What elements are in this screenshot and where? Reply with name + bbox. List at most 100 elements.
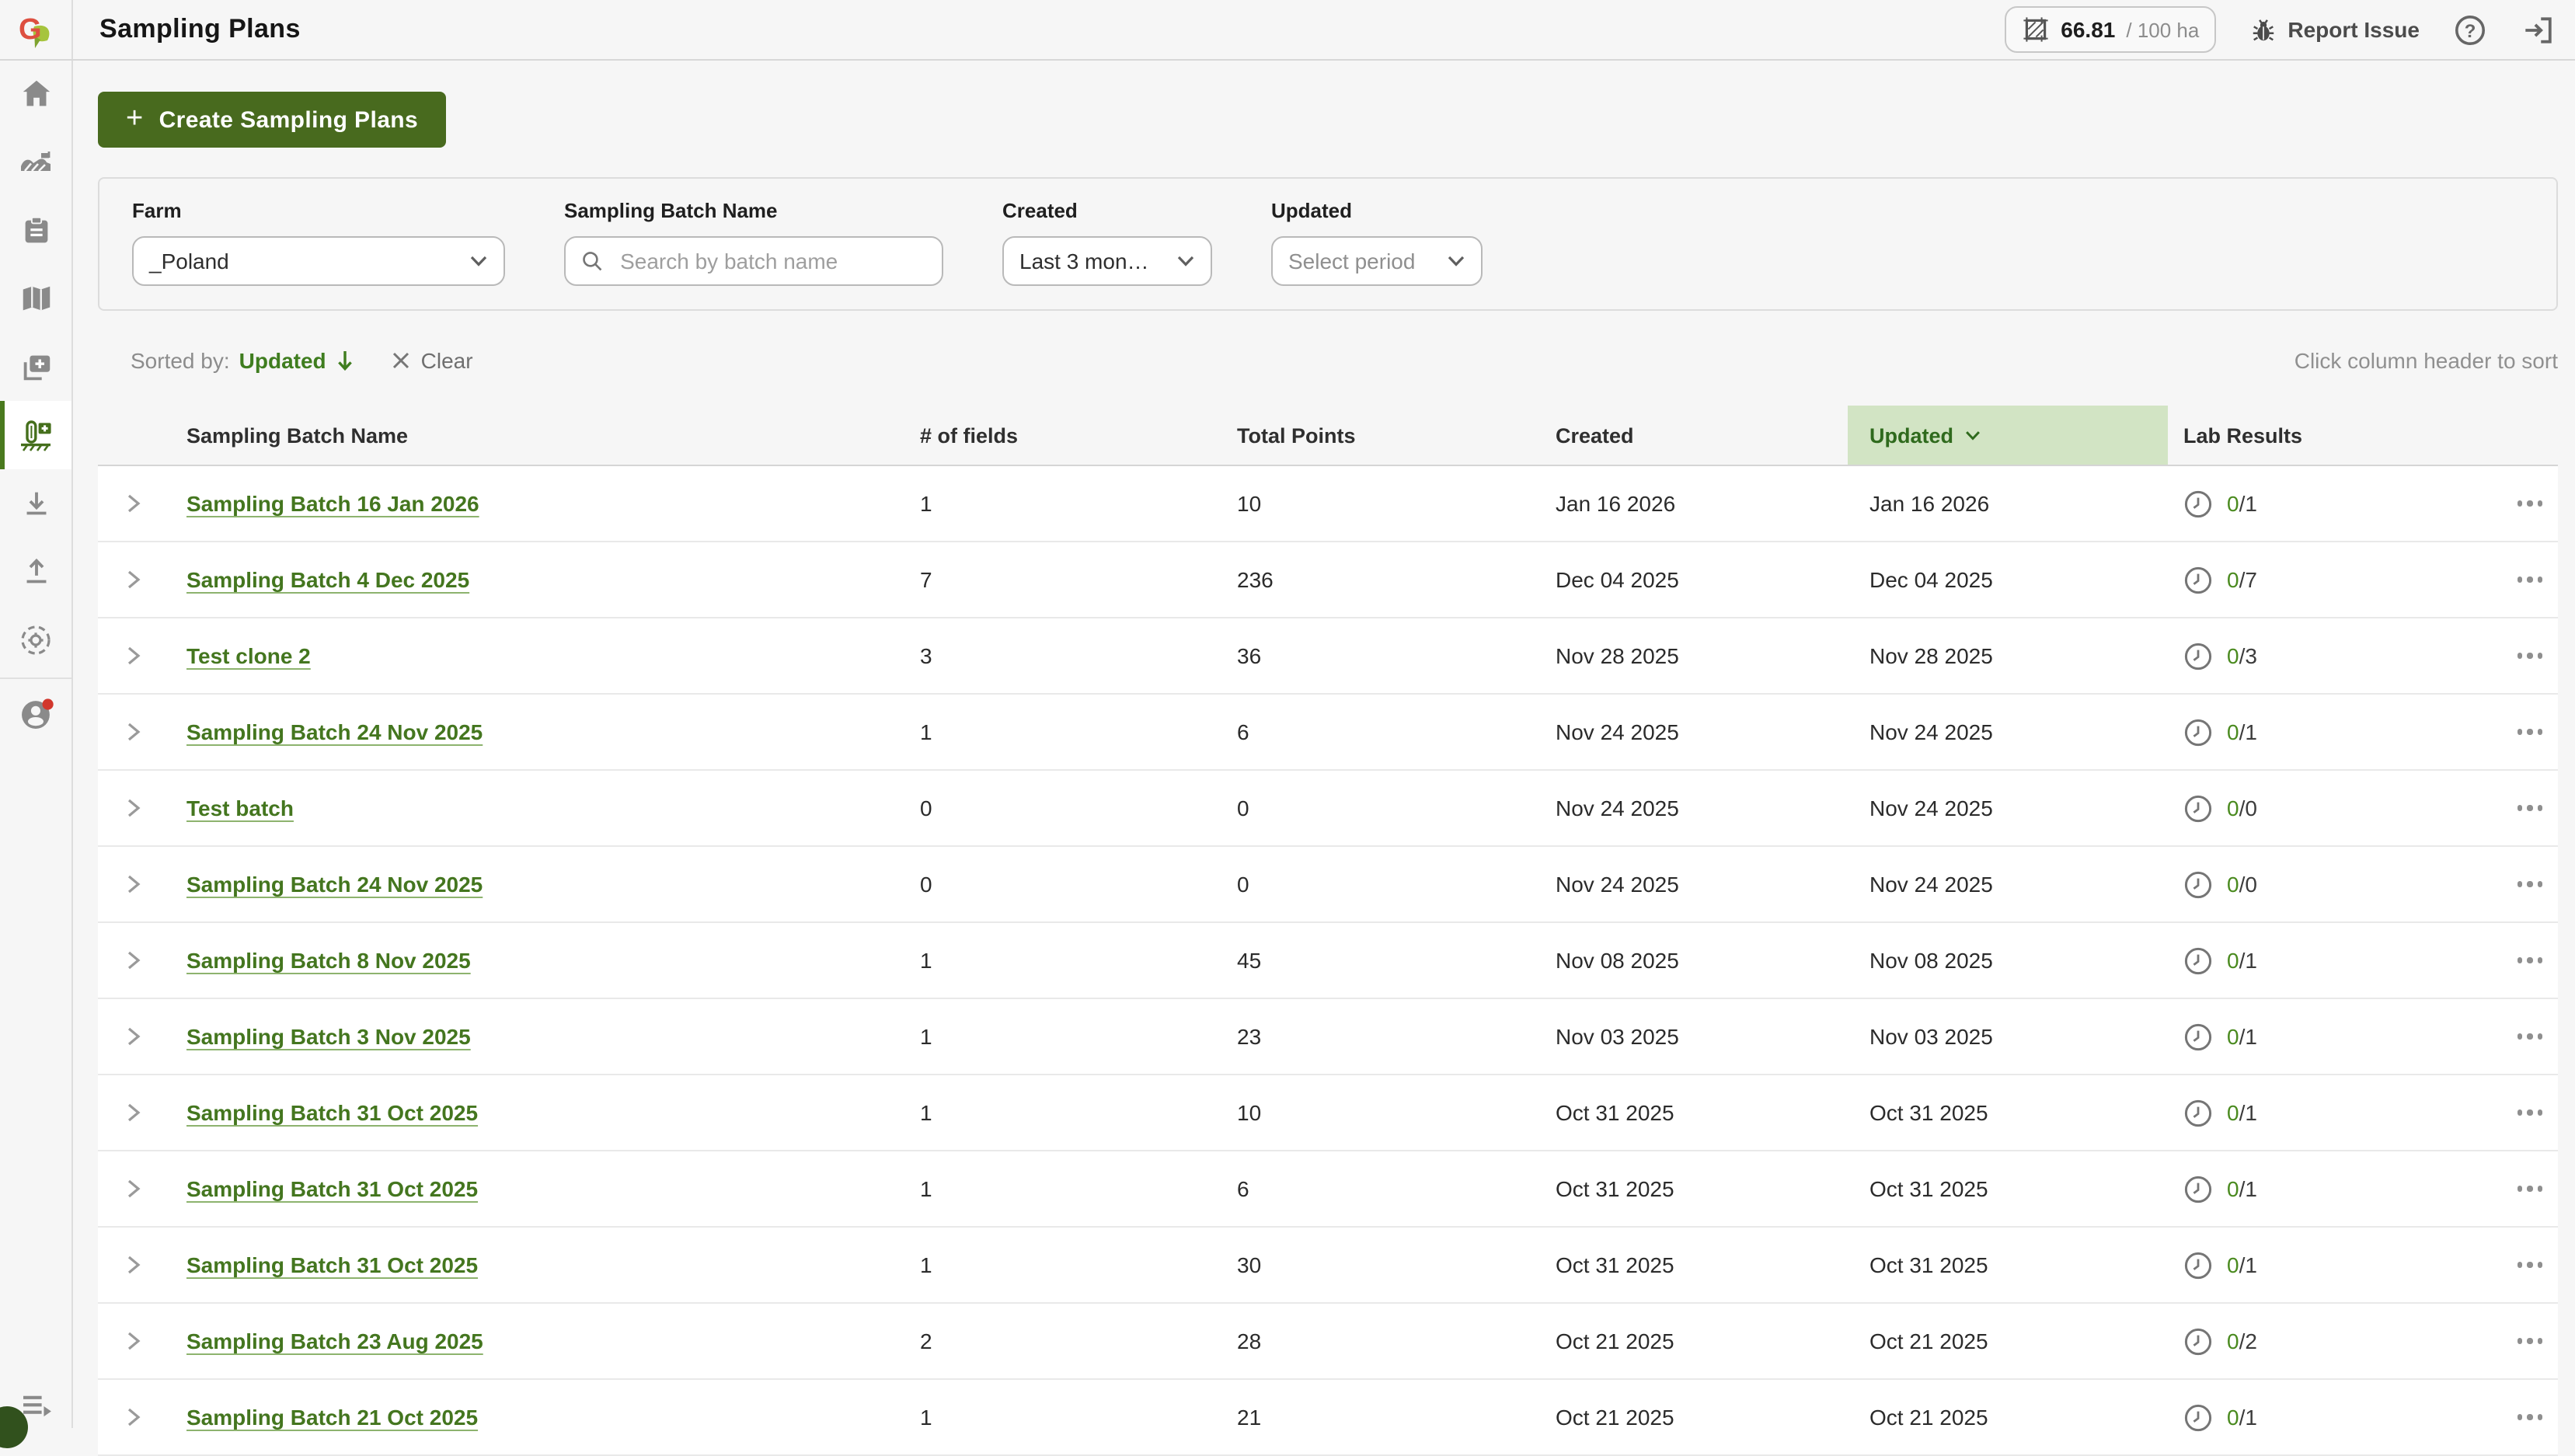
batch-name-link[interactable]: Test batch — [186, 796, 294, 820]
logout-button[interactable] — [2521, 13, 2553, 46]
fields-count: 1 — [920, 1024, 1237, 1049]
app-logo[interactable]: G — [0, 0, 73, 59]
expand-row-button[interactable] — [98, 873, 169, 895]
row-menu-button[interactable] — [2514, 1028, 2546, 1046]
created-select-value: Last 3 mon… — [1019, 249, 1149, 273]
chevron-down-icon — [1176, 255, 1195, 267]
report-issue-button[interactable]: Report Issue — [2250, 16, 2420, 43]
sidebar-item-create-map[interactable] — [0, 333, 71, 401]
expand-row-button[interactable] — [98, 1026, 169, 1047]
column-header-batch-name[interactable]: Sampling Batch Name — [169, 423, 920, 447]
expand-row-button[interactable] — [98, 645, 169, 667]
column-header-updated[interactable]: Updated — [1848, 406, 2168, 465]
batch-name-link[interactable]: Sampling Batch 8 Nov 2025 — [186, 948, 471, 973]
column-header-fields[interactable]: # of fields — [920, 423, 1237, 447]
expand-row-button[interactable] — [98, 797, 169, 819]
created-date: Nov 03 2025 — [1556, 1024, 1848, 1049]
sidebar-item-fields[interactable] — [0, 127, 71, 196]
expand-row-button[interactable] — [98, 1254, 169, 1276]
sidebar-item-account[interactable] — [0, 679, 71, 747]
svg-text:G: G — [19, 13, 42, 46]
search-icon — [581, 249, 603, 273]
create-button-label: Create Sampling Plans — [159, 106, 419, 133]
expand-row-button[interactable] — [98, 1330, 169, 1352]
batch-name-search-input[interactable] — [617, 247, 926, 275]
batch-name-link[interactable]: Sampling Batch 31 Oct 2025 — [186, 1252, 478, 1277]
row-menu-button[interactable] — [2514, 723, 2546, 741]
fields-count: 1 — [920, 1405, 1237, 1430]
batch-name-link[interactable]: Sampling Batch 3 Nov 2025 — [186, 1024, 471, 1049]
clear-sort-button[interactable]: Clear — [392, 348, 473, 373]
batch-name-link[interactable]: Sampling Batch 31 Oct 2025 — [186, 1100, 478, 1125]
sidebar-item-tasks[interactable] — [0, 196, 71, 264]
table-row: Sampling Batch 31 Oct 2025 1 30 Oct 31 2… — [98, 1228, 2558, 1304]
updated-date: Nov 24 2025 — [1848, 872, 2168, 897]
logout-icon — [2521, 13, 2553, 46]
lab-results-cell: 0/1 — [2168, 489, 2502, 518]
created-select[interactable]: Last 3 mon… — [1002, 236, 1212, 286]
total-points: 0 — [1237, 872, 1556, 897]
area-usage-badge[interactable]: 66.81 / 100 ha — [2005, 6, 2216, 53]
chevron-right-icon — [126, 645, 141, 667]
clock-icon — [2183, 793, 2213, 823]
batch-name-link[interactable]: Sampling Batch 23 Aug 2025 — [186, 1329, 483, 1353]
column-header-points[interactable]: Total Points — [1237, 423, 1556, 447]
help-button[interactable]: ? — [2454, 13, 2486, 46]
clock-icon — [2183, 565, 2213, 594]
batch-name-link[interactable]: Sampling Batch 24 Nov 2025 — [186, 719, 483, 744]
farm-select[interactable]: _Poland — [132, 236, 505, 286]
expand-row-button[interactable] — [98, 493, 169, 514]
expand-row-button[interactable] — [98, 569, 169, 590]
sidebar-item-home[interactable] — [0, 59, 71, 127]
chevron-down-icon — [469, 255, 488, 267]
expand-row-button[interactable] — [98, 1102, 169, 1123]
expand-row-button[interactable] — [98, 1406, 169, 1428]
filter-batch-name: Sampling Batch Name — [564, 199, 943, 286]
lab-results-cell: 0/1 — [2168, 1402, 2502, 1432]
row-menu-button[interactable] — [2514, 571, 2546, 589]
updated-select-placeholder: Select period — [1288, 249, 1415, 273]
row-menu-button[interactable] — [2514, 1332, 2546, 1350]
updated-date: Oct 31 2025 — [1848, 1176, 2168, 1201]
row-menu-button[interactable] — [2514, 1104, 2546, 1122]
row-menu-button[interactable] — [2514, 1180, 2546, 1198]
sidebar-item-upload[interactable] — [0, 538, 71, 606]
area-used-value: 66.81 — [2061, 17, 2115, 42]
topbar: G Sampling Plans 66.81 / 100 ha — [0, 0, 2575, 61]
column-header-created[interactable]: Created — [1556, 423, 1848, 447]
filter-updated: Updated Select period — [1271, 199, 1483, 286]
batch-name-search[interactable] — [564, 236, 943, 286]
expand-row-button[interactable] — [98, 1178, 169, 1200]
chevron-right-icon — [126, 1102, 141, 1123]
row-menu-button[interactable] — [2514, 952, 2546, 970]
row-menu-button[interactable] — [2514, 1409, 2546, 1426]
sidebar-item-download[interactable] — [0, 469, 71, 538]
created-label: Created — [1002, 199, 1212, 222]
map-icon — [18, 280, 54, 316]
expand-row-button[interactable] — [98, 721, 169, 743]
sidebar-item-map[interactable] — [0, 264, 71, 333]
expand-row-button[interactable] — [98, 949, 169, 971]
updated-select[interactable]: Select period — [1271, 236, 1483, 286]
batch-name-link[interactable]: Sampling Batch 31 Oct 2025 — [186, 1176, 478, 1201]
batch-name-link[interactable]: Test clone 2 — [186, 643, 311, 668]
sorted-by-field[interactable]: Updated — [239, 348, 326, 373]
batch-name-link[interactable]: Sampling Batch 4 Dec 2025 — [186, 567, 469, 592]
total-points: 0 — [1237, 796, 1556, 820]
sidebar-item-soil-sampling[interactable] — [0, 401, 71, 469]
batch-name-link[interactable]: Sampling Batch 24 Nov 2025 — [186, 872, 483, 897]
row-menu-button[interactable] — [2514, 1256, 2546, 1274]
row-menu-button[interactable] — [2514, 876, 2546, 893]
lab-results-value: 0/1 — [2227, 491, 2257, 516]
sampling-plans-table: Sampling Batch Name # of fields Total Po… — [98, 406, 2558, 1456]
lab-results-cell: 0/1 — [2168, 1098, 2502, 1127]
batch-name-link[interactable]: Sampling Batch 21 Oct 2025 — [186, 1405, 478, 1430]
sidebar-item-settings-sync[interactable] — [0, 606, 71, 674]
fields-count: 3 — [920, 643, 1237, 668]
row-menu-button[interactable] — [2514, 495, 2546, 513]
row-menu-button[interactable] — [2514, 647, 2546, 665]
row-menu-button[interactable] — [2514, 799, 2546, 817]
create-sampling-plans-button[interactable]: + Create Sampling Plans — [98, 92, 446, 148]
batch-name-link[interactable]: Sampling Batch 16 Jan 2026 — [186, 491, 479, 516]
column-header-lab-results[interactable]: Lab Results — [2168, 423, 2502, 447]
